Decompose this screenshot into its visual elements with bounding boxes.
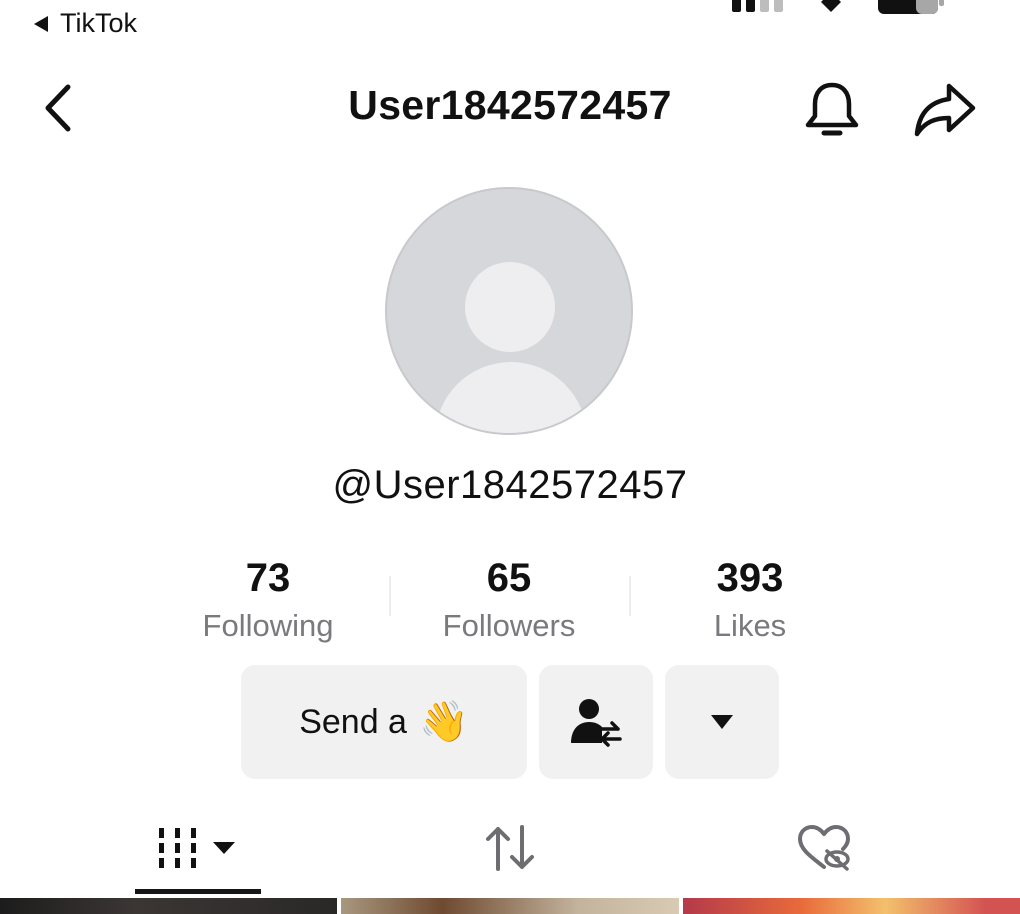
back-triangle-icon [34, 15, 48, 32]
wifi-icon [821, 0, 841, 12]
video-thumbnail[interactable] [341, 898, 679, 914]
stat-followers-value: 65 [486, 556, 532, 600]
bell-icon [805, 82, 859, 136]
profile-handle: @User1842572457 [332, 463, 688, 507]
stat-following[interactable]: 73 Following [148, 552, 388, 648]
share-arrow-icon [914, 83, 976, 137]
status-back-app-label: TikTok [60, 8, 138, 38]
video-thumbnail[interactable] [683, 898, 1020, 914]
status-back-to-app[interactable]: TikTok [32, 8, 137, 39]
stat-followers[interactable]: 65 Followers [389, 552, 629, 648]
dropdown-triangle-icon [711, 715, 733, 729]
avatar[interactable] [385, 187, 633, 435]
stat-likes-label: Likes [713, 608, 787, 643]
suggested-accounts-icon [571, 699, 622, 747]
wave-emoji-icon: 👋 [418, 700, 469, 744]
tab-reposts[interactable] [450, 806, 570, 890]
avatar-head-silhouette [465, 262, 555, 352]
status-icons [732, 0, 944, 14]
tab-videos[interactable] [135, 806, 261, 890]
stat-likes-value: 393 [716, 556, 784, 600]
stat-followers-label: Followers [442, 608, 576, 643]
suggested-accounts-button[interactable] [539, 665, 653, 779]
repost-icon [486, 825, 534, 871]
stat-likes[interactable]: 393 Likes [630, 552, 870, 648]
tab-selected-indicator [135, 889, 261, 894]
video-thumbnail[interactable] [0, 898, 337, 914]
tab-liked[interactable] [764, 806, 884, 890]
more-options-button[interactable] [665, 665, 779, 779]
share-button[interactable] [910, 78, 980, 142]
grid-icon [159, 828, 235, 868]
page-title: User1842572457 [348, 82, 672, 128]
stat-following-value: 73 [245, 556, 291, 600]
stat-following-label: Following [202, 608, 334, 643]
notifications-button[interactable] [800, 78, 864, 142]
avatar-body-silhouette [435, 362, 587, 433]
send-wave-label: Send a [299, 702, 407, 741]
signal-icon [732, 0, 783, 12]
battery-icon [878, 0, 944, 14]
private-heart-icon [798, 825, 850, 871]
send-wave-button[interactable]: Send a 👋 [241, 665, 527, 779]
